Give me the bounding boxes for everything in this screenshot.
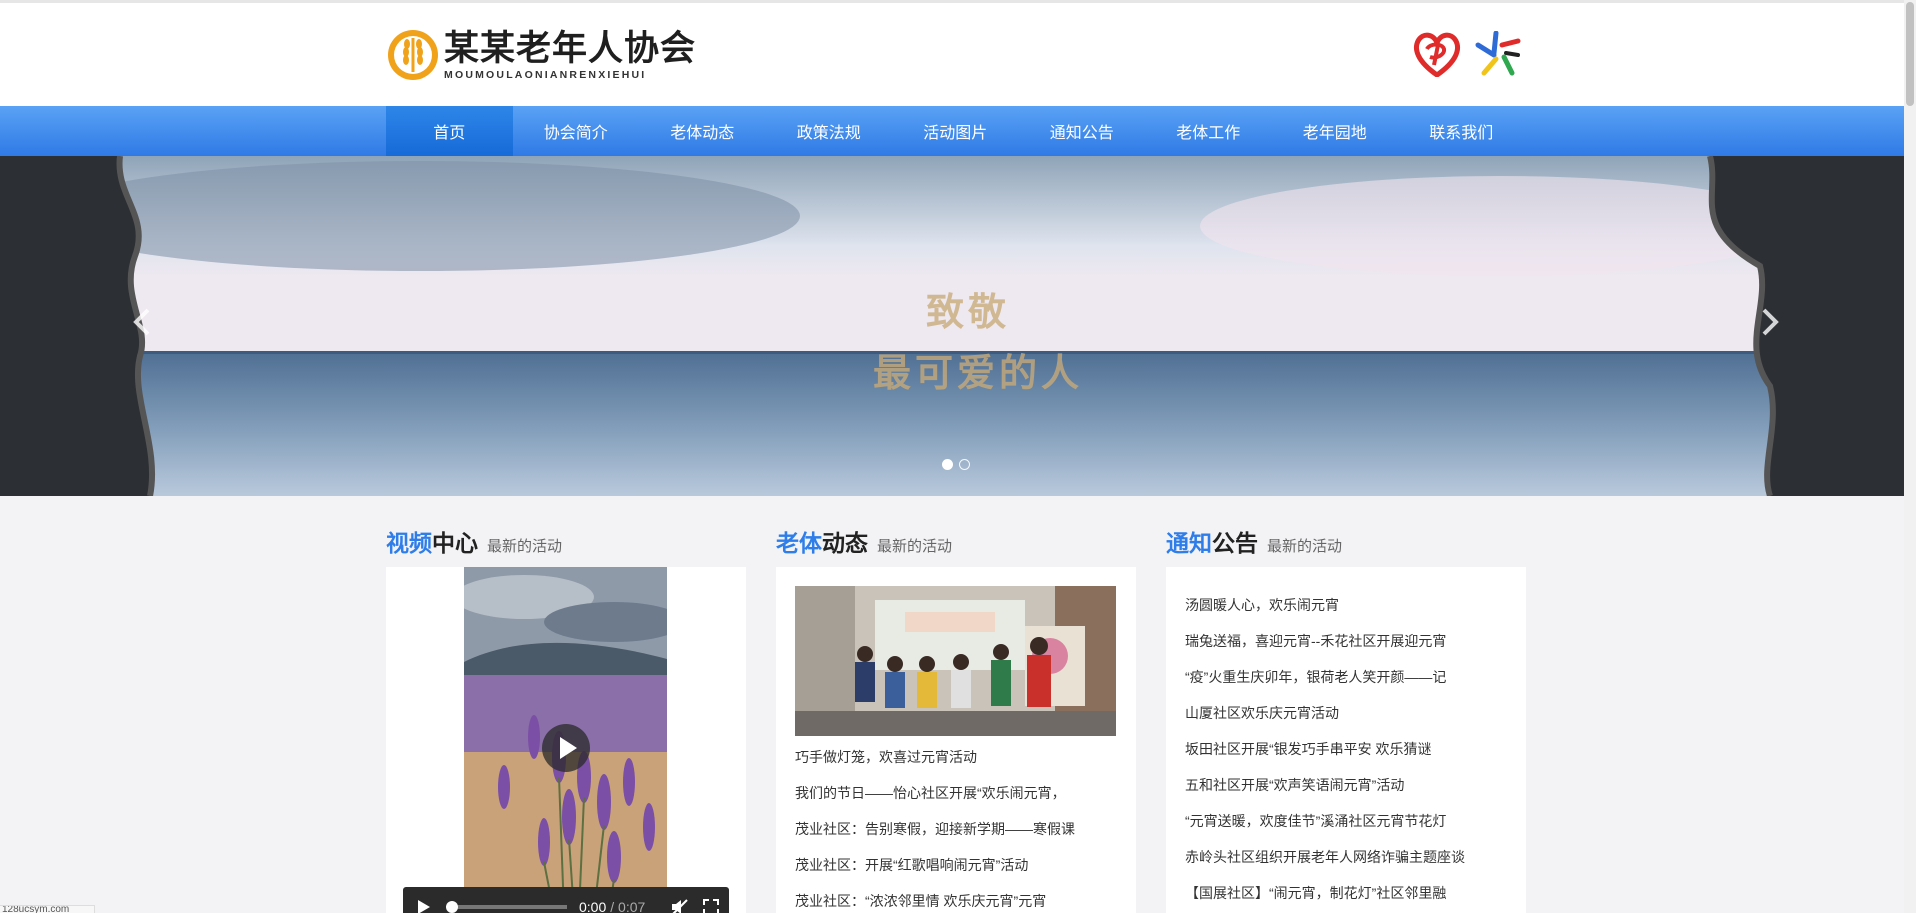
section-subtitle[interactable]: 最新的活动 (877, 535, 952, 556)
section-subtitle[interactable]: 最新的活动 (1267, 535, 1342, 556)
list-item[interactable]: 汤圆暖人心，欢乐闹元宵 (1185, 587, 1465, 623)
list-item[interactable]: 【国展社区】“闹元宵，制花灯”社区邻里融 (1185, 875, 1465, 911)
site-header: 某某老年人协会 MOUMOULAONIANRENXIEHUI (0, 0, 1904, 106)
list-item[interactable]: 我们的节日——怡心社区开展“欢乐闹元宵， (795, 775, 1075, 811)
nav-item-home[interactable]: 首页 (386, 106, 513, 156)
list-item[interactable]: 赤岭头社区组织开展老年人网络诈骗主题座谈 (1185, 839, 1465, 875)
video-current-time: 0:00 (579, 899, 607, 913)
section-title-main: 动态 (822, 530, 868, 556)
nav-item-about[interactable]: 协会简介 (513, 106, 640, 156)
section-heading: 视频 中心 最新的活动 (386, 524, 746, 558)
play-icon[interactable] (417, 899, 431, 913)
nav-item-work[interactable]: 老体工作 (1145, 106, 1272, 156)
nav-item-news[interactable]: 老体动态 (639, 106, 766, 156)
section-heading: 通知 公告 最新的活动 (1166, 524, 1526, 558)
nav-item-notices[interactable]: 通知公告 (1019, 106, 1146, 156)
news-section: 老体 动态 最新的活动 巧手做灯笼，欢喜过元宵活动 我们的节日——怡心社区开展“… (776, 524, 1136, 913)
list-item[interactable]: 山厦社区欢乐庆元宵活动 (1185, 695, 1465, 731)
section-title-accent: 视频 (386, 530, 432, 556)
list-item[interactable]: 茂业社区：开展“红歌唱响闹元宵”活动 (795, 847, 1075, 883)
nav-item-contact[interactable]: 联系我们 (1398, 106, 1525, 156)
banner-headline-1: 致敬 (925, 289, 1010, 334)
video-section: 视频 中心 最新的活动 0:00 / 0:07 (386, 524, 746, 913)
video-progress-slider[interactable] (446, 901, 567, 913)
list-item[interactable]: 茂业社区：“浓浓邻里情 欢乐庆元宵”元宵 (795, 883, 1075, 913)
nav-item-policy[interactable]: 政策法规 (766, 106, 893, 156)
news-list: 巧手做灯笼，欢喜过元宵活动 我们的节日——怡心社区开展“欢乐闹元宵， 茂业社区：… (795, 739, 1075, 913)
nav-item-photos[interactable]: 活动图片 (892, 106, 1019, 156)
list-item[interactable]: 巧手做灯笼，欢喜过元宵活动 (795, 739, 1075, 775)
section-title-accent: 通知 (1166, 530, 1212, 556)
video-player[interactable] (464, 567, 667, 913)
video-duration: / 0:07 (610, 899, 646, 913)
section-title-main: 公告 (1212, 530, 1258, 556)
site-logo[interactable]: 某某老年人协会 MOUMOULAONIANRENXIEHUI (386, 28, 696, 82)
list-item[interactable]: 坂田社区开展“银发巧手串平安 欢乐猜谜 (1185, 731, 1465, 767)
fullscreen-icon[interactable] (703, 899, 720, 913)
hero-carousel[interactable]: 致敬 最可爱的人 (0, 156, 1916, 496)
star-emblem-icon[interactable] (1474, 31, 1522, 77)
chevron-right-icon[interactable] (1754, 304, 1784, 340)
banner-headline-2: 最可爱的人 (872, 350, 1083, 395)
list-item[interactable]: 瑞兔送福，喜迎元宵--禾花社区开展迎元宵 (1185, 623, 1465, 659)
section-subtitle[interactable]: 最新的活动 (487, 535, 562, 556)
charity-heart-icon[interactable] (1412, 31, 1462, 77)
list-item[interactable]: “疫”火重生庆卯年，银荷老人笑开颜——记 (1185, 659, 1465, 695)
section-title-main: 中心 (432, 530, 478, 556)
partner-logos (1412, 31, 1522, 77)
play-icon[interactable] (541, 723, 591, 773)
site-title: 某某老年人协会 (444, 27, 697, 69)
chevron-left-icon[interactable] (128, 304, 158, 340)
news-featured-image[interactable] (795, 586, 1116, 736)
scrollbar-thumb[interactable] (1906, 2, 1914, 106)
notice-list: 汤圆暖人心，欢乐闹元宵 瑞兔送福，喜迎元宵--禾花社区开展迎元宵 “疫”火重生庆… (1185, 587, 1465, 911)
video-card: 0:00 / 0:07 (386, 567, 746, 913)
list-item[interactable]: 五和社区开展“欢声笑语闹元宵”活动 (1185, 767, 1465, 803)
notice-section: 通知 公告 最新的活动 汤圆暖人心，欢乐闹元宵 瑞兔送福，喜迎元宵--禾花社区开… (1166, 524, 1526, 913)
nav-item-garden[interactable]: 老年园地 (1272, 106, 1399, 156)
browser-status-bar: 128ucsym.com (0, 905, 95, 913)
notice-card: 汤圆暖人心，欢乐闹元宵 瑞兔送福，喜迎元宵--禾花社区开展迎元宵 “疫”火重生庆… (1166, 567, 1526, 913)
site-subtitle: MOUMOULAONIANRENXIEHUI (444, 68, 647, 81)
section-title-accent: 老体 (776, 530, 822, 556)
main-nav: 首页 协会简介 老体动态 政策法规 活动图片 通知公告 老体工作 老年园地 联系… (0, 106, 1904, 156)
news-card: 巧手做灯笼，欢喜过元宵活动 我们的节日——怡心社区开展“欢乐闹元宵， 茂业社区：… (776, 567, 1136, 913)
carousel-dot-2[interactable] (959, 459, 970, 470)
classroom-photo (795, 586, 1116, 736)
list-item[interactable]: “元宵送暖，欢度佳节”溪涌社区元宵节花灯 (1185, 803, 1465, 839)
mute-icon[interactable] (671, 899, 689, 913)
carousel-dot-1[interactable] (942, 459, 953, 470)
page-scrollbar[interactable] (1904, 0, 1916, 913)
carousel-dots (942, 459, 970, 470)
list-item[interactable]: 茂业社区：告别寒假，迎接新学期——寒假课 (795, 811, 1075, 847)
wheat-emblem-icon (388, 30, 438, 80)
video-controls: 0:00 / 0:07 (403, 887, 729, 913)
section-heading: 老体 动态 最新的活动 (776, 524, 1136, 558)
